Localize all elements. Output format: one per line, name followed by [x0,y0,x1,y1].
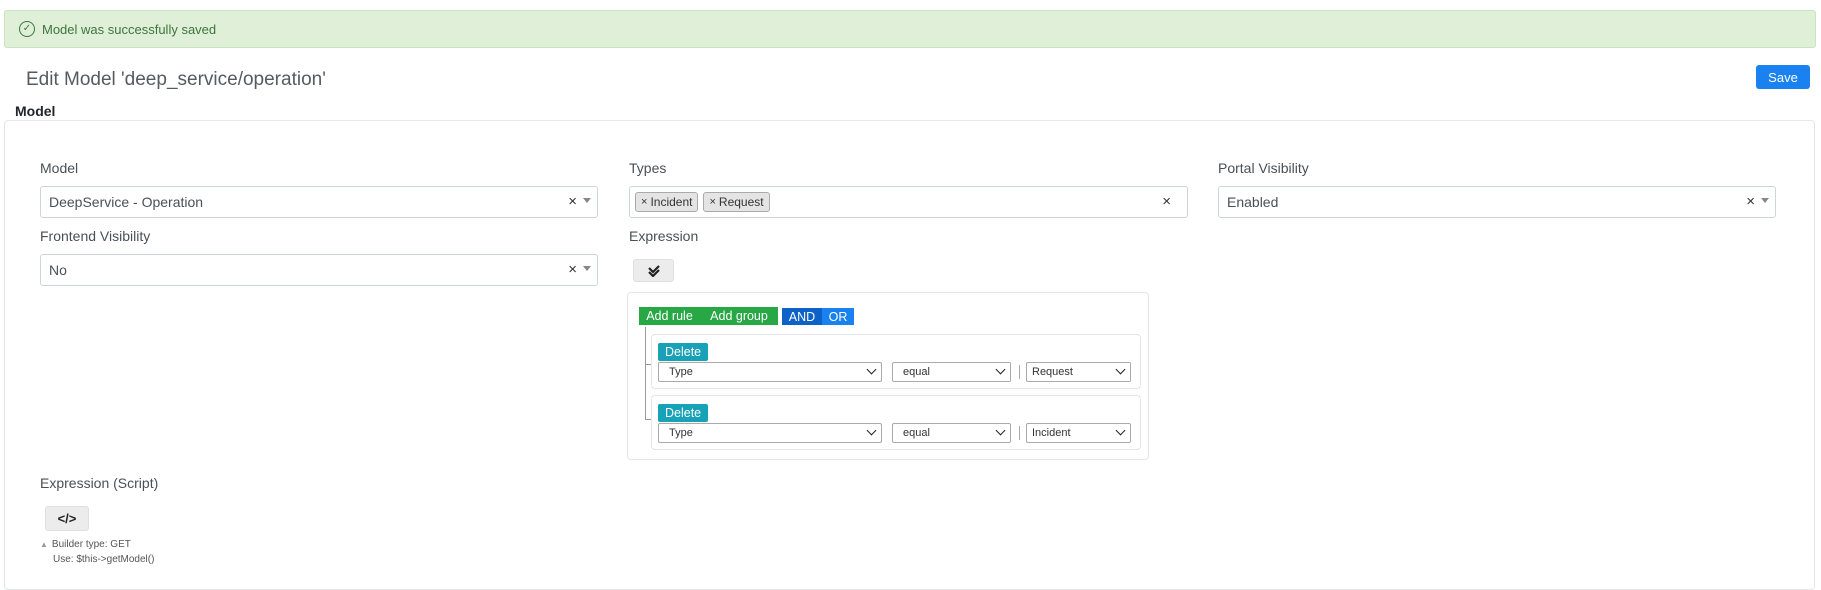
tag-remove-icon[interactable]: × [709,196,715,208]
rule-field-select[interactable]: Type [658,423,882,443]
alert-message: Model was successfully saved [42,21,217,37]
rule-row: Delete Type equal Request [651,334,1141,389]
check-circle-icon: ✓ [19,21,35,37]
delete-rule-button[interactable]: Delete [658,404,709,422]
tree-connector [645,327,646,419]
model-label: Model [40,160,79,176]
triangle-icon: ▲ [40,540,48,549]
rule-row: Delete Type equal Incident [651,395,1141,450]
chevron-down-icon [1115,364,1126,375]
model-select[interactable]: DeepService - Operation × [40,186,598,218]
rule-operator-select[interactable]: equal [892,362,1011,382]
add-group-button[interactable]: Add group [700,307,778,325]
frontend-visibility-value: No [49,262,67,278]
types-clear-icon[interactable]: × [1162,194,1171,210]
divider [1019,426,1020,440]
expression-label: Expression [629,228,699,244]
frontend-visibility-select[interactable]: No × [40,254,598,286]
portal-visibility-value: Enabled [1227,194,1279,210]
types-label: Types [629,160,667,176]
chevron-down-icon [866,364,877,375]
frontend-visibility-label: Frontend Visibility [40,228,151,244]
and-condition-button[interactable]: AND [782,308,822,325]
portal-visibility-select[interactable]: Enabled × [1218,186,1776,218]
tag-remove-icon[interactable]: × [641,196,647,208]
expression-toggle-button[interactable] [633,259,674,282]
builder-type-help[interactable]: ▲ Builder type: GET [40,539,131,550]
section-label: Model [15,103,56,119]
chevron-down-icon[interactable] [583,198,591,203]
expression-script-label: Expression (Script) [40,475,159,491]
model-value: DeepService - Operation [49,194,204,210]
portal-visibility-label: Portal Visibility [1218,160,1309,176]
model-clear-icon[interactable]: × [568,194,577,210]
chevron-down-icon[interactable] [1761,198,1769,203]
portal-visibility-clear-icon[interactable]: × [1746,194,1755,210]
add-rule-button[interactable]: Add rule [639,307,700,325]
divider [1019,365,1020,379]
page-title: Edit Model 'deep_service/operation' [26,69,326,90]
success-alert: ✓ Model was successfully saved [4,10,1816,48]
frontend-visibility-clear-icon[interactable]: × [568,262,577,278]
chevron-down-icon [866,425,877,436]
double-check-icon [647,264,660,277]
chevron-down-icon[interactable] [583,266,591,271]
or-condition-button[interactable]: OR [822,308,854,325]
rule-field-select[interactable]: Type [658,362,882,382]
rule-value-select[interactable]: Incident [1026,423,1131,443]
usage-help: Use: $this->getModel() [53,554,155,565]
delete-rule-button[interactable]: Delete [658,343,709,361]
chevron-down-icon [1115,425,1126,436]
save-button[interactable]: Save [1756,65,1810,89]
rule-value-select[interactable]: Request [1026,362,1131,382]
chevron-down-icon [995,364,1006,375]
code-icon: </> [57,511,77,526]
type-tag-request[interactable]: × Request [703,192,770,212]
chevron-down-icon [995,425,1006,436]
type-tag-incident[interactable]: × Incident [635,192,699,212]
types-multiselect[interactable]: × Incident × Request × [629,186,1188,218]
code-toggle-button[interactable]: </> [45,506,89,531]
rule-operator-select[interactable]: equal [892,423,1011,443]
